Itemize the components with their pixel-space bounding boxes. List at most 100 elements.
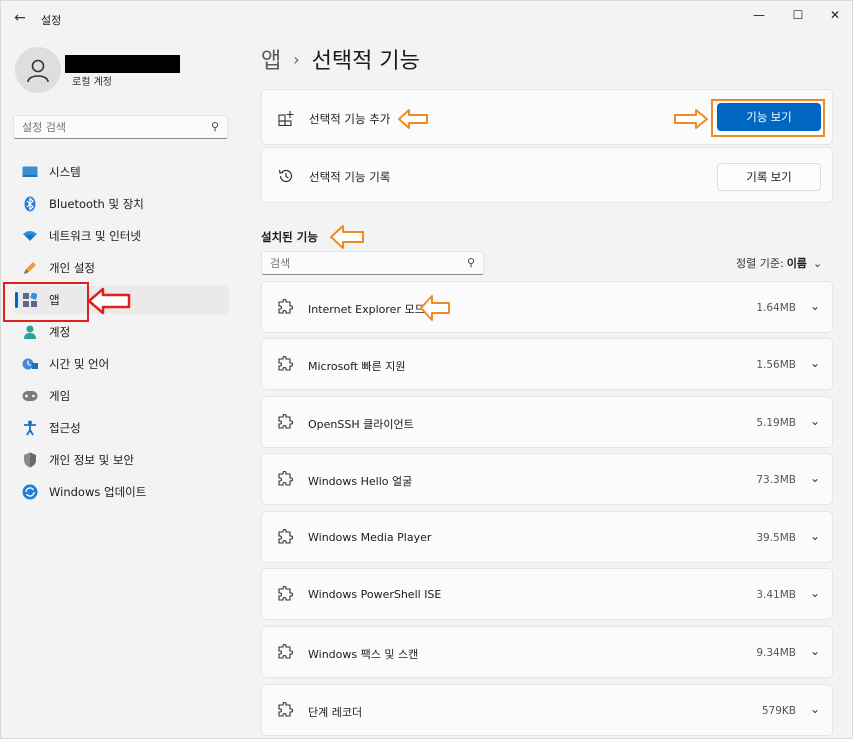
sidebar-item-label: 계정 [49, 325, 71, 339]
sidebar-item-network[interactable]: 네트워크 및 인터넷 [15, 222, 229, 250]
feature-name: Microsoft 빠른 지원 [308, 360, 406, 373]
title-bar: ← 설정 — ☐ ✕ [1, 1, 852, 35]
add-feature-label: 선택적 기능 추가 [309, 112, 391, 126]
feature-row-quick-assist[interactable]: Microsoft 빠른 지원 1.56MB ⌄ [261, 338, 833, 390]
puzzle-icon [276, 298, 294, 316]
sidebar-item-bluetooth[interactable]: Bluetooth 및 장치 [15, 190, 229, 218]
sort-label: 정렬 기준: [736, 257, 784, 270]
chevron-down-icon[interactable]: ⌄ [810, 702, 820, 716]
system-icon [21, 163, 39, 181]
search-icon[interactable]: ⚲ [467, 256, 475, 269]
feature-size: 39.5MB [756, 532, 796, 544]
account-icon [21, 323, 39, 341]
annotation-orange-arrow-add [398, 109, 428, 129]
breadcrumb-separator: › [293, 49, 300, 69]
feature-row-windows-hello[interactable]: Windows Hello 얼굴 73.3MB ⌄ [261, 453, 833, 505]
feature-history-label: 선택적 기능 기록 [309, 170, 391, 184]
feature-name: Windows 팩스 및 스캔 [308, 648, 419, 661]
feature-size: 3.41MB [756, 589, 796, 601]
sidebar-item-label: 시스템 [49, 165, 81, 179]
sidebar-item-label: 개인 설정 [49, 261, 95, 275]
feature-history-card: 선택적 기능 기록 기록 보기 [261, 147, 833, 203]
back-arrow-icon: ← [14, 10, 26, 26]
installed-search-input[interactable] [270, 255, 460, 271]
feature-size: 9.34MB [756, 647, 796, 659]
feature-row-steps-recorder[interactable]: 단계 레코더 579KB ⌄ [261, 684, 833, 736]
windows-update-icon [21, 483, 39, 501]
sidebar-item-personalization[interactable]: 개인 설정 [15, 254, 229, 282]
sidebar-item-label: 네트워크 및 인터넷 [49, 229, 141, 243]
annotation-orange-arrow-ie [420, 295, 450, 321]
sidebar-item-system[interactable]: 시스템 [15, 158, 229, 186]
add-feature-icon [276, 108, 296, 128]
sidebar-item-label: Windows 업데이트 [49, 485, 147, 499]
feature-row-media-player[interactable]: Windows Media Player 39.5MB ⌄ [261, 511, 833, 563]
settings-search-box[interactable]: ⚲ [13, 115, 228, 139]
sidebar-item-gaming[interactable]: 게임 [15, 382, 229, 410]
puzzle-icon [276, 470, 294, 488]
minimize-icon: — [753, 8, 765, 22]
annotation-red-arrow [87, 287, 131, 315]
sidebar-item-label: 시간 및 언어 [49, 357, 110, 371]
sidebar-item-time-language[interactable]: 시간 및 언어 [15, 350, 229, 378]
puzzle-icon [276, 701, 294, 719]
feature-row-fax-scan[interactable]: Windows 팩스 및 스캔 9.34MB ⌄ [261, 626, 833, 678]
chevron-down-icon[interactable]: ⌄ [810, 644, 820, 658]
back-button[interactable]: ← [9, 7, 31, 29]
feature-size: 73.3MB [756, 474, 796, 486]
user-name-redacted [65, 55, 180, 73]
sidebar-item-label: Bluetooth 및 장치 [49, 197, 144, 211]
search-icon[interactable]: ⚲ [211, 120, 219, 133]
installed-search-box[interactable]: ⚲ [261, 251, 484, 275]
maximize-icon: ☐ [792, 8, 804, 22]
feature-name: 단계 레코더 [308, 706, 363, 719]
close-icon: ✕ [829, 8, 841, 22]
account-type-label: 로컬 계정 [72, 77, 112, 88]
puzzle-icon [276, 528, 294, 546]
sidebar-item-label: 접근성 [49, 421, 81, 435]
feature-size: 1.64MB [756, 302, 796, 314]
chevron-down-icon[interactable]: ⌄ [810, 529, 820, 543]
app-title: 설정 [41, 14, 62, 27]
avatar[interactable] [15, 47, 61, 93]
view-history-button[interactable]: 기록 보기 [717, 163, 821, 191]
bluetooth-icon [21, 195, 39, 213]
user-icon [27, 59, 49, 83]
sidebar-item-accessibility[interactable]: 접근성 [15, 414, 229, 442]
sort-value: 이름 [786, 257, 807, 270]
sidebar-item-windows-update[interactable]: Windows 업데이트 [15, 478, 229, 506]
feature-size: 5.19MB [756, 417, 796, 429]
sidebar-item-privacy[interactable]: 개인 정보 및 보안 [15, 446, 229, 474]
chevron-down-icon[interactable]: ⌄ [810, 356, 820, 370]
personalization-icon [21, 259, 39, 277]
feature-name: Internet Explorer 모드 [308, 303, 425, 316]
chevron-down-icon[interactable]: ⌄ [810, 414, 820, 428]
chevron-down-icon[interactable]: ⌄ [810, 471, 820, 485]
gaming-icon [21, 387, 39, 405]
annotation-orange-arrow-button [674, 109, 708, 129]
annotation-red-box [3, 282, 89, 322]
feature-row-ie-mode[interactable]: Internet Explorer 모드 1.64MB ⌄ [261, 281, 833, 333]
sidebar-item-label: 개인 정보 및 보안 [49, 453, 135, 467]
feature-row-powershell-ise[interactable]: Windows PowerShell ISE 3.41MB ⌄ [261, 568, 833, 620]
installed-features-title: 설치된 기능 [261, 230, 318, 244]
feature-name: Windows Media Player [308, 531, 432, 544]
feature-name: Windows PowerShell ISE [308, 588, 442, 601]
feature-row-openssh[interactable]: OpenSSH 클라이언트 5.19MB ⌄ [261, 396, 833, 448]
history-icon [276, 166, 296, 186]
breadcrumb-parent-apps[interactable]: 앱 [261, 43, 281, 75]
settings-search-input[interactable] [22, 119, 202, 135]
feature-name: OpenSSH 클라이언트 [308, 418, 414, 431]
sort-dropdown[interactable]: 정렬 기준: 이름 ⌄ [736, 255, 822, 271]
accessibility-icon [21, 419, 39, 437]
chevron-down-icon: ⌄ [812, 256, 823, 270]
settings-window: ← 설정 — ☐ ✕ 로컬 계정 ⚲ 시스템 Bluetooth 및 장치 [0, 0, 853, 739]
sidebar-item-accounts[interactable]: 계정 [15, 318, 229, 346]
minimize-button[interactable]: — [737, 3, 781, 27]
close-button[interactable]: ✕ [813, 3, 853, 27]
chevron-down-icon[interactable]: ⌄ [810, 586, 820, 600]
chevron-down-icon[interactable]: ⌄ [810, 299, 820, 313]
network-icon [21, 227, 39, 245]
annotation-orange-arrow-installed [330, 225, 364, 249]
feature-size: 579KB [761, 705, 796, 717]
